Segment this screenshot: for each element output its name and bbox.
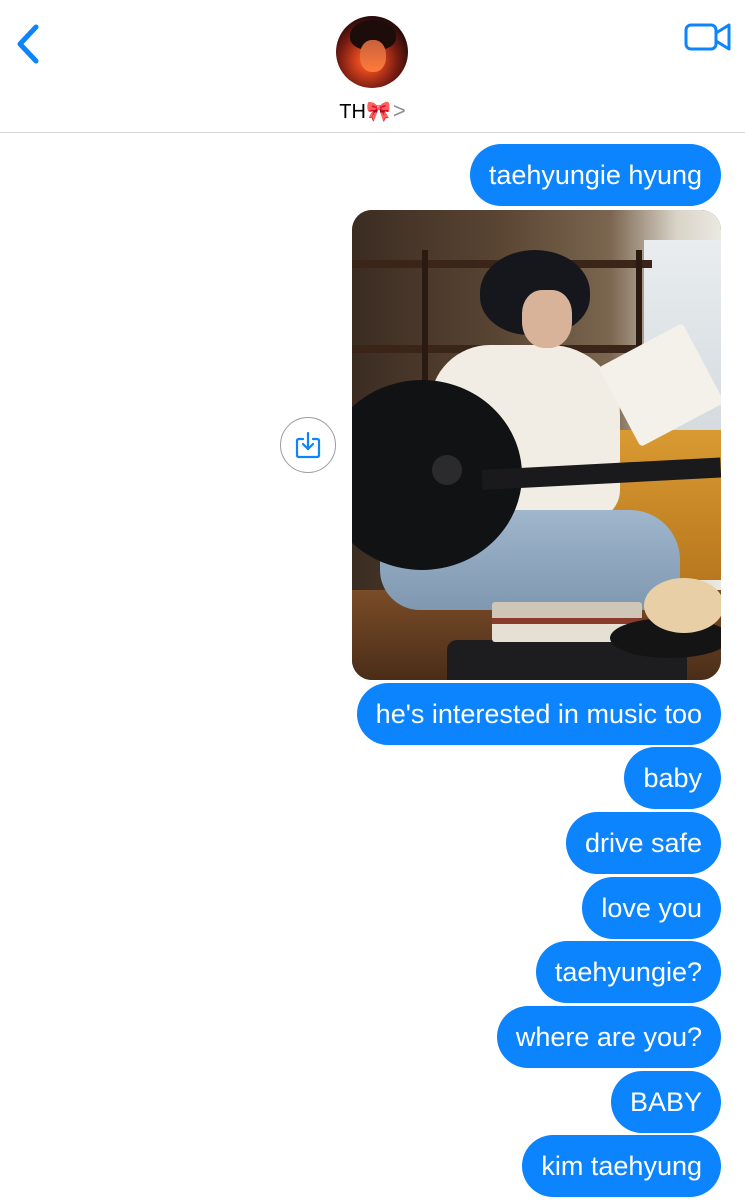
chevron-left-icon <box>17 24 39 64</box>
back-button[interactable] <box>6 18 50 70</box>
chevron-right-icon: > <box>392 98 406 123</box>
message-bubble[interactable]: BABY <box>610 1071 721 1133</box>
save-to-photos-icon <box>295 431 321 459</box>
contact-avatar[interactable] <box>336 16 408 88</box>
message-bubble[interactable]: kim taehyung <box>522 1135 721 1197</box>
contact-name: TH🎀 <box>339 101 391 123</box>
message-bubble[interactable]: love you <box>582 877 721 939</box>
message-bubble[interactable]: baby <box>624 747 721 809</box>
photo-attachment[interactable] <box>352 210 721 680</box>
message-bubble[interactable]: he's interested in music too <box>356 683 721 745</box>
contact-name-button[interactable]: TH🎀> <box>0 96 745 127</box>
conversation-header: TH🎀> <box>0 0 745 133</box>
message-bubble[interactable]: drive safe <box>565 812 721 874</box>
message-bubble[interactable]: where are you? <box>496 1006 721 1068</box>
save-photo-button[interactable] <box>280 417 336 473</box>
message-bubble[interactable]: taehyungie? <box>535 941 721 1003</box>
message-bubble[interactable]: taehyungie hyung <box>469 144 721 206</box>
video-camera-icon <box>684 23 731 51</box>
facetime-video-button[interactable] <box>684 20 732 56</box>
